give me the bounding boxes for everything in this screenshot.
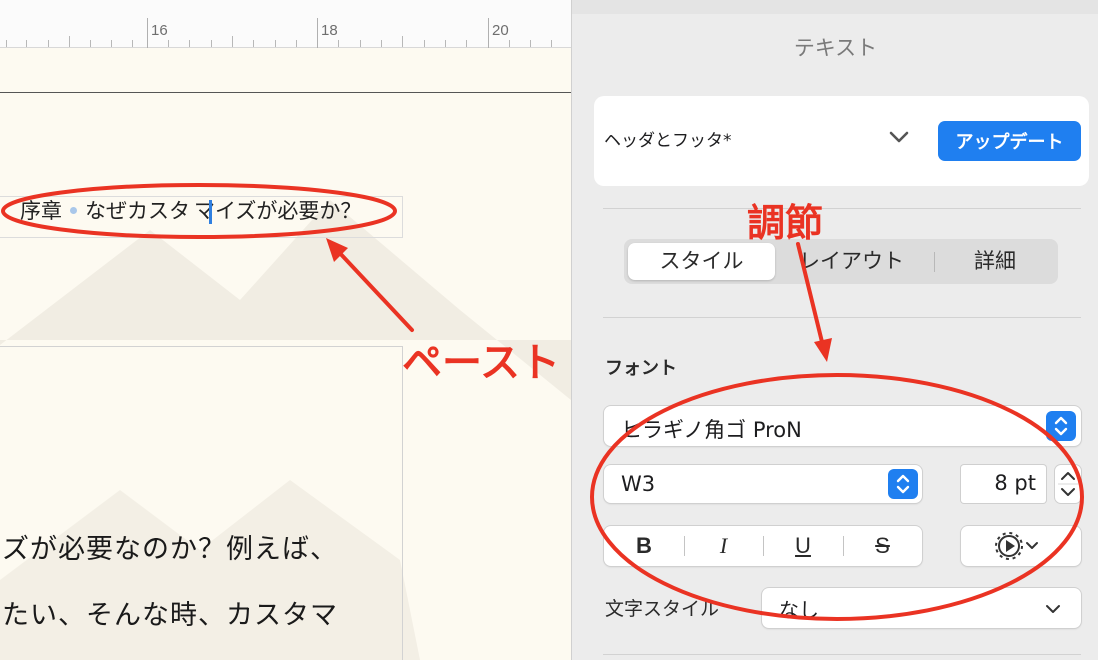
chevron-down-icon[interactable] <box>888 126 910 148</box>
divider <box>603 654 1081 655</box>
tab-separator <box>934 252 935 272</box>
popup-arrows-icon <box>1046 411 1076 441</box>
tab-style[interactable]: スタイル <box>628 243 775 280</box>
ruler-label-18: 18 <box>321 22 338 39</box>
strikethrough-icon[interactable]: S <box>843 526 922 566</box>
adjust-annotation: 調節 <box>747 201 824 245</box>
ruler-major-tick <box>317 18 318 48</box>
font-section-label: フォント <box>605 358 677 379</box>
font-size-value: 8 pt <box>994 471 1036 495</box>
font-size-field[interactable]: 8 pt <box>961 465 1046 503</box>
stepper-down-icon[interactable] <box>1061 488 1075 496</box>
inspector-tabs: スタイル レイアウト 詳細 <box>624 239 1058 284</box>
gear-icon <box>995 532 1038 560</box>
header-text[interactable]: 序章 なぜカスタ マイズが必要か？ <box>20 196 361 226</box>
inspector-title: テキスト <box>793 36 878 60</box>
ruler-label-20: 20 <box>492 22 509 39</box>
font-style-buttons: B I U S <box>604 526 922 566</box>
text-cursor <box>209 200 212 224</box>
divider <box>603 208 1081 209</box>
ruler-major-tick <box>488 18 489 48</box>
advanced-options-button[interactable] <box>961 526 1081 566</box>
header-margin-band <box>0 48 571 93</box>
font-family-value: ヒラギノ角ゴ ProN <box>621 418 802 442</box>
paragraph-style-card: ヘッダとフッタ* アップデート <box>594 96 1089 186</box>
tab-more[interactable]: 詳細 <box>936 239 1054 284</box>
separator-dot <box>70 207 77 214</box>
font-size-stepper[interactable] <box>1055 465 1081 503</box>
header-title-part1: なぜカスタ <box>85 199 190 223</box>
popup-arrows-icon <box>888 469 918 499</box>
stepper-up-icon[interactable] <box>1061 472 1075 480</box>
inspector-top-strip <box>572 0 1098 14</box>
underline-icon[interactable]: U <box>763 526 843 566</box>
character-style-label: 文字スタイル <box>605 598 720 620</box>
update-button[interactable]: アップデート <box>938 121 1081 161</box>
chevron-down-icon <box>1046 605 1060 613</box>
horizontal-ruler[interactable]: 16 18 20 <box>0 0 571 48</box>
font-typeface-value: W3 <box>621 472 656 496</box>
header-chapter: 序章 <box>20 199 62 223</box>
divider <box>603 317 1081 318</box>
header-title-part2: マイズが必要か？ <box>194 199 362 223</box>
body-line-2: たい、そんな時、カスタマ <box>2 600 338 631</box>
format-inspector: テキスト ヘッダとフッタ* アップデート スタイル レイアウト 詳細 フォント … <box>571 0 1098 660</box>
character-style-popup[interactable]: なし <box>762 588 1081 628</box>
italic-icon[interactable]: I <box>684 526 763 566</box>
paste-annotation: ペースト <box>402 340 560 386</box>
character-style-value: なし <box>779 598 819 622</box>
bold-icon[interactable]: B <box>604 526 684 566</box>
font-typeface-popup[interactable]: W3 <box>604 465 922 503</box>
ruler-major-tick <box>147 18 148 48</box>
ruler-label-16: 16 <box>151 22 168 39</box>
body-line-1: ズが必要なのか？例えば、 <box>2 534 338 565</box>
font-family-popup[interactable]: ヒラギノ角ゴ ProN <box>604 406 1081 446</box>
paragraph-style-name[interactable]: ヘッダとフッタ* <box>604 126 732 151</box>
